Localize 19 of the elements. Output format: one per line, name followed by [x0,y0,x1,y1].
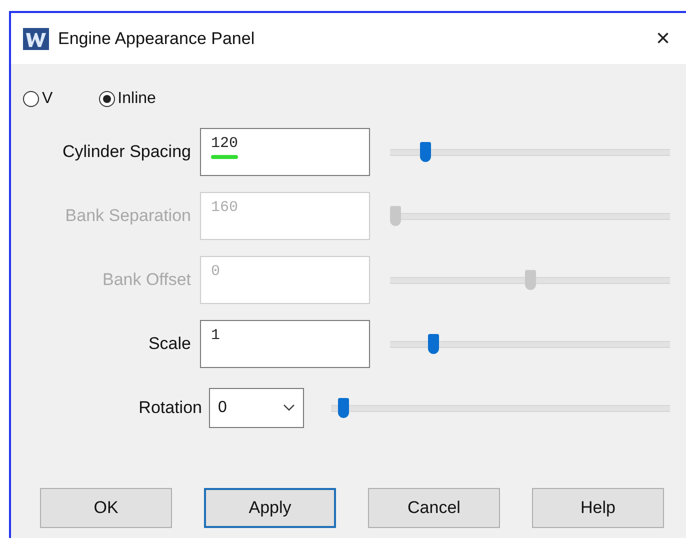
field-label: Cylinder Spacing [61,142,192,162]
chevron-icon [283,404,295,412]
window-title: Engine Appearance Panel [58,28,256,48]
dialog-button[interactable]: Cancel [368,488,500,528]
field-label: Bank Separation [64,206,192,226]
dialog-button[interactable]: OK [40,488,172,528]
radio-option[interactable]: Inline [98,90,156,108]
radio-option[interactable]: V [23,90,53,108]
dialog-button[interactable]: Apply [204,488,336,528]
app-logo-icon [23,28,49,50]
close-button[interactable]: × [652,24,674,52]
input-field[interactable]: 120 [200,128,370,176]
dropdown[interactable]: 0 [209,388,304,428]
field-label: Scale [147,334,192,354]
field-label: Bank Offset [101,270,192,290]
dialog-button[interactable]: Help [532,488,664,528]
input-field[interactable]: 1 [200,320,370,368]
field-label: Rotation [138,398,202,418]
spell-underline [211,155,238,159]
